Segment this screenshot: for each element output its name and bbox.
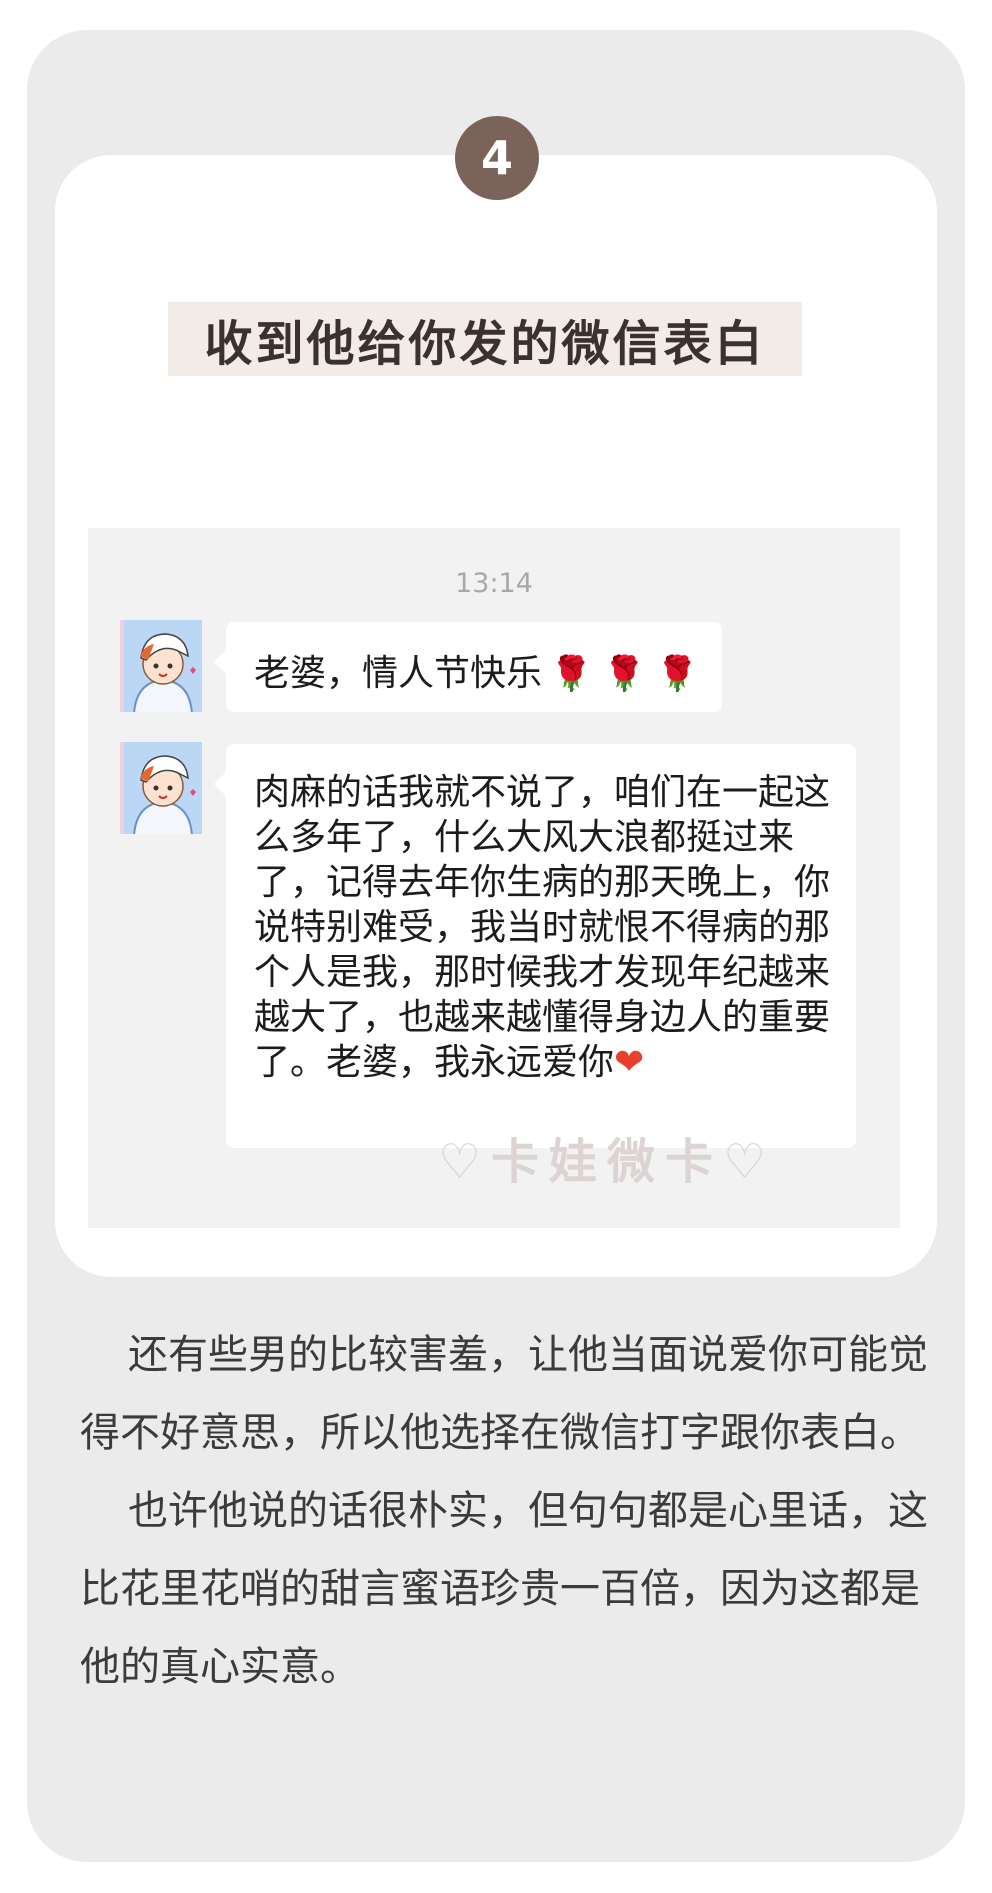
chat-timestamp: 13:14 [455,568,533,599]
message-text: 肉麻的话我就不说了，咱们在一起这么多年了，什么大风大浪都挺过来了，记得去年你生病… [254,772,831,1083]
section-title-box: 收到他给你发的微信表白 [168,302,802,376]
section-title: 收到他给你发的微信表白 [204,316,766,372]
paragraph: 也许他说的话很朴实，但句句都是心里话，这比花里花哨的甜言蜜语珍贵一百倍，因为这都… [80,1488,928,1690]
step-number-badge: 4 [455,116,539,200]
chat-message-bubble[interactable]: 肉麻的话我就不说了，咱们在一起这么多年了，什么大风大浪都挺过来了，记得去年你生病… [214,744,856,1148]
boy-avatar-icon[interactable] [120,742,202,834]
message-text: 老婆，情人节快乐 [254,653,543,694]
boy-avatar-icon[interactable] [120,620,202,712]
rose-emoji-icon: 🌹 🌹 🌹 [550,654,699,694]
paragraph: 还有些男的比较害羞，让他当面说爱你可能觉得不好意思，所以他选择在微信打字跟你表白… [80,1332,928,1456]
article-body: 还有些男的比较害羞，让他当面说爱你可能觉得不好意思，所以他选择在微信打字跟你表白… [80,1316,940,1706]
heart-emoji-icon: ❤ [614,1042,645,1083]
watermark: ♡卡娃微卡♡ [438,1134,777,1190]
chat-message-bubble[interactable]: 老婆，情人节快乐 🌹 🌹 🌹 [214,622,722,712]
